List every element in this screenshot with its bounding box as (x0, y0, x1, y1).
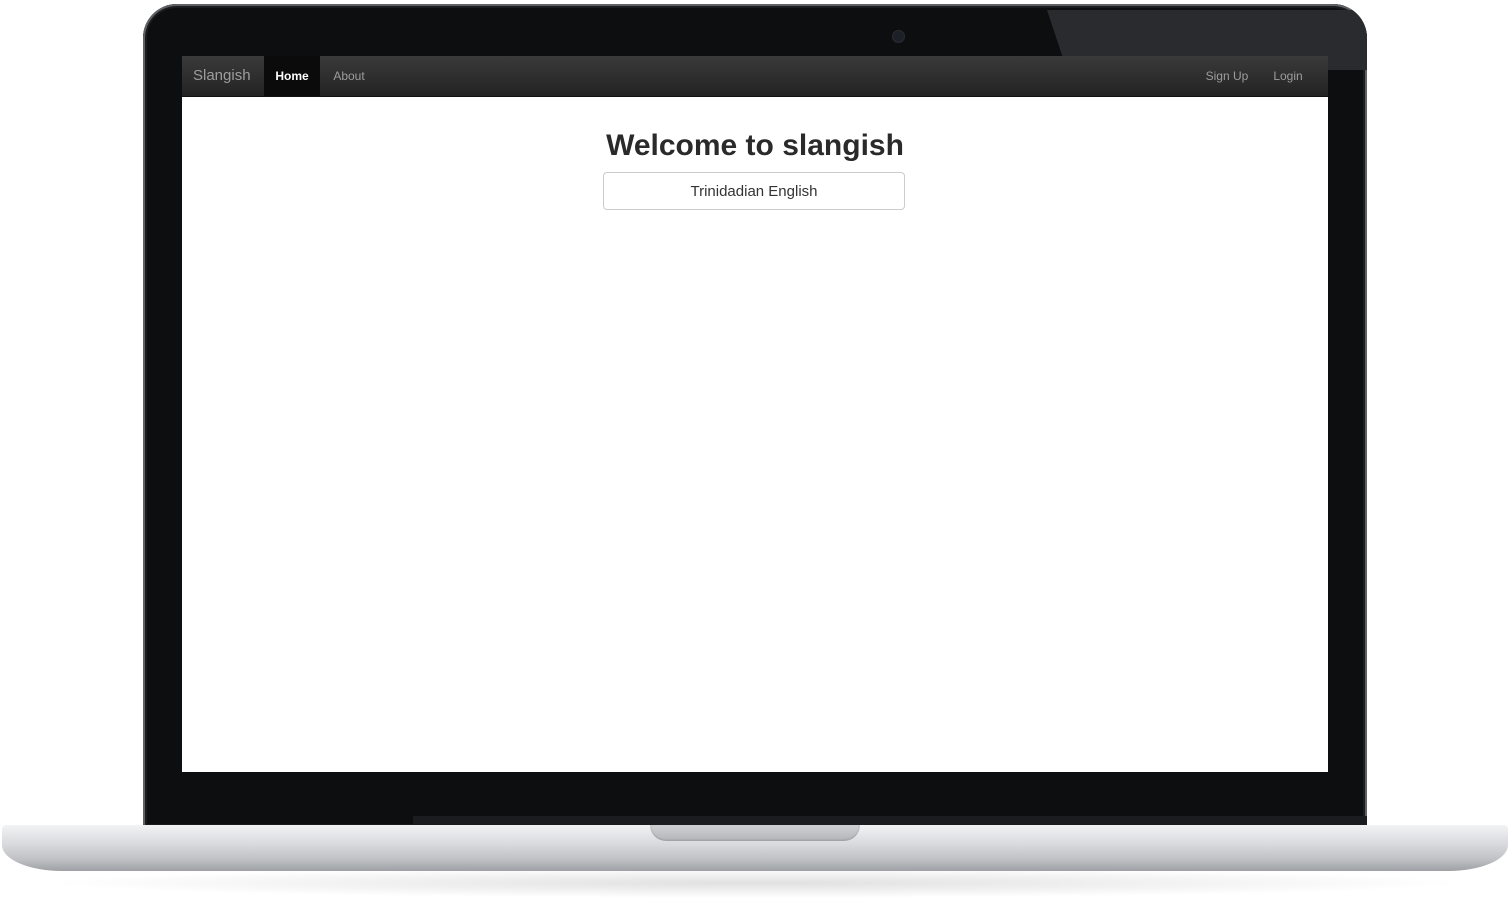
browser-screen: Slangish Home About Sign Up Login Welcom… (182, 56, 1328, 772)
laptop-notch (650, 825, 860, 841)
language-select-value: Trinidadian English (690, 183, 818, 200)
page-title: Welcome to slangish (606, 129, 904, 162)
navbar: Slangish Home About Sign Up Login (182, 56, 1328, 97)
nav-signup-link[interactable]: Sign Up (1200, 56, 1254, 96)
language-select[interactable]: Trinidadian English (603, 172, 905, 210)
brand-link[interactable]: Slangish (193, 56, 251, 96)
nav-login-link[interactable]: Login (1268, 56, 1308, 96)
nav-home-link[interactable]: Home (264, 56, 320, 96)
camera-icon (893, 31, 904, 42)
laptop-shadow (40, 868, 1470, 898)
nav-about-link[interactable]: About (327, 56, 371, 96)
